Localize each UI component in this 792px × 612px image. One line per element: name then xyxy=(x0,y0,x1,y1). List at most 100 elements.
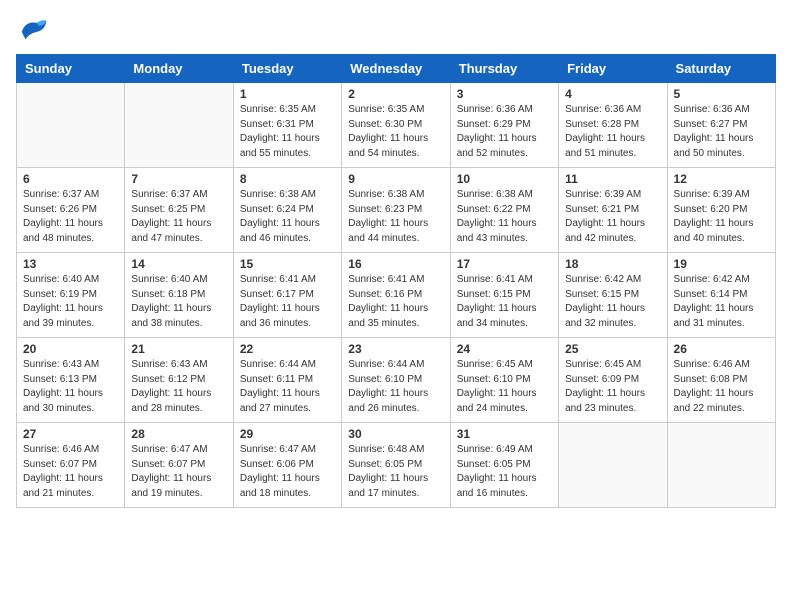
day-info: Sunrise: 6:47 AMSunset: 6:06 PMDaylight:… xyxy=(240,443,335,501)
day-number: 4 xyxy=(565,87,660,101)
day-info: Sunrise: 6:36 AMSunset: 6:27 PMDaylight:… xyxy=(674,103,769,161)
day-info: Sunrise: 6:46 AMSunset: 6:07 PMDaylight:… xyxy=(23,443,118,501)
calendar-cell: 19 Sunrise: 6:42 AMSunset: 6:14 PMDayligh… xyxy=(667,253,775,338)
day-number: 15 xyxy=(240,257,335,271)
weekday-wednesday: Wednesday xyxy=(342,55,450,83)
day-info: Sunrise: 6:38 AMSunset: 6:23 PMDaylight:… xyxy=(348,188,443,246)
day-number: 20 xyxy=(23,342,118,356)
calendar-cell: 13 Sunrise: 6:40 AMSunset: 6:19 PMDayligh… xyxy=(17,253,125,338)
day-number: 1 xyxy=(240,87,335,101)
day-info: Sunrise: 6:40 AMSunset: 6:18 PMDaylight:… xyxy=(131,273,226,331)
day-info: Sunrise: 6:41 AMSunset: 6:17 PMDaylight:… xyxy=(240,273,335,331)
day-info: Sunrise: 6:37 AMSunset: 6:25 PMDaylight:… xyxy=(131,188,226,246)
weekday-friday: Friday xyxy=(559,55,667,83)
day-info: Sunrise: 6:42 AMSunset: 6:15 PMDaylight:… xyxy=(565,273,660,331)
logo xyxy=(16,16,48,44)
day-number: 27 xyxy=(23,427,118,441)
day-info: Sunrise: 6:37 AMSunset: 6:26 PMDaylight:… xyxy=(23,188,118,246)
calendar-cell: 15 Sunrise: 6:41 AMSunset: 6:17 PMDayligh… xyxy=(233,253,341,338)
day-info: Sunrise: 6:45 AMSunset: 6:10 PMDaylight:… xyxy=(457,358,552,416)
calendar-cell: 17Sunrise: 6:41 AMSunset: 6:15 PMDayligh… xyxy=(450,253,558,338)
day-info: Sunrise: 6:49 AMSunset: 6:05 PMDaylight:… xyxy=(457,443,552,501)
day-number: 30 xyxy=(348,427,443,441)
day-info: Sunrise: 6:43 AMSunset: 6:12 PMDaylight:… xyxy=(131,358,226,416)
calendar-cell: 3 Sunrise: 6:36 AMSunset: 6:29 PMDaylight… xyxy=(450,83,558,168)
calendar-cell: 27 Sunrise: 6:46 AMSunset: 6:07 PMDayligh… xyxy=(17,423,125,508)
calendar-cell: 4 Sunrise: 6:36 AMSunset: 6:28 PMDaylight… xyxy=(559,83,667,168)
logo-bird-icon xyxy=(18,16,48,44)
calendar-cell: 22 Sunrise: 6:44 AMSunset: 6:11 PMDayligh… xyxy=(233,338,341,423)
day-number: 25 xyxy=(565,342,660,356)
day-info: Sunrise: 6:42 AMSunset: 6:14 PMDaylight:… xyxy=(674,273,769,331)
day-number: 22 xyxy=(240,342,335,356)
day-number: 9 xyxy=(348,172,443,186)
calendar-cell: 23 Sunrise: 6:44 AMSunset: 6:10 PMDayligh… xyxy=(342,338,450,423)
day-info: Sunrise: 6:48 AMSunset: 6:05 PMDaylight:… xyxy=(348,443,443,501)
day-number: 26 xyxy=(674,342,769,356)
weekday-sunday: Sunday xyxy=(17,55,125,83)
day-number: 6 xyxy=(23,172,118,186)
day-info: Sunrise: 6:36 AMSunset: 6:29 PMDaylight:… xyxy=(457,103,552,161)
calendar-cell: 26 Sunrise: 6:46 AMSunset: 6:08 PMDayligh… xyxy=(667,338,775,423)
calendar-cell: 5 Sunrise: 6:36 AMSunset: 6:27 PMDaylight… xyxy=(667,83,775,168)
day-number: 14 xyxy=(131,257,226,271)
calendar-header: SundayMondayTuesdayWednesdayThursdayFrid… xyxy=(17,55,776,83)
day-number: 16 xyxy=(348,257,443,271)
calendar-cell: 10Sunrise: 6:38 AMSunset: 6:22 PMDayligh… xyxy=(450,168,558,253)
calendar-cell: 12 Sunrise: 6:39 AMSunset: 6:20 PMDayligh… xyxy=(667,168,775,253)
calendar-cell: 24 Sunrise: 6:45 AMSunset: 6:10 PMDayligh… xyxy=(450,338,558,423)
calendar-cell: 18 Sunrise: 6:42 AMSunset: 6:15 PMDayligh… xyxy=(559,253,667,338)
day-info: Sunrise: 6:39 AMSunset: 6:20 PMDaylight:… xyxy=(674,188,769,246)
week-row-2: 6 Sunrise: 6:37 AMSunset: 6:26 PMDaylight… xyxy=(17,168,776,253)
day-number: 23 xyxy=(348,342,443,356)
day-number: 12 xyxy=(674,172,769,186)
day-info: Sunrise: 6:38 AMSunset: 6:24 PMDaylight:… xyxy=(240,188,335,246)
day-number: 13 xyxy=(23,257,118,271)
day-info: Sunrise: 6:44 AMSunset: 6:11 PMDaylight:… xyxy=(240,358,335,416)
day-info: Sunrise: 6:44 AMSunset: 6:10 PMDaylight:… xyxy=(348,358,443,416)
day-number: 2 xyxy=(348,87,443,101)
day-number: 18 xyxy=(565,257,660,271)
day-info: Sunrise: 6:45 AMSunset: 6:09 PMDaylight:… xyxy=(565,358,660,416)
calendar-table: SundayMondayTuesdayWednesdayThursdayFrid… xyxy=(16,54,776,508)
weekday-saturday: Saturday xyxy=(667,55,775,83)
calendar-cell: 20Sunrise: 6:43 AMSunset: 6:13 PMDayligh… xyxy=(17,338,125,423)
calendar-cell xyxy=(17,83,125,168)
calendar-cell xyxy=(667,423,775,508)
calendar-cell: 8Sunrise: 6:38 AMSunset: 6:24 PMDaylight… xyxy=(233,168,341,253)
day-number: 7 xyxy=(131,172,226,186)
day-info: Sunrise: 6:40 AMSunset: 6:19 PMDaylight:… xyxy=(23,273,118,331)
week-row-3: 13 Sunrise: 6:40 AMSunset: 6:19 PMDayligh… xyxy=(17,253,776,338)
weekday-monday: Monday xyxy=(125,55,233,83)
calendar-cell: 21 Sunrise: 6:43 AMSunset: 6:12 PMDayligh… xyxy=(125,338,233,423)
week-row-4: 20Sunrise: 6:43 AMSunset: 6:13 PMDayligh… xyxy=(17,338,776,423)
weekday-tuesday: Tuesday xyxy=(233,55,341,83)
calendar-cell: 28 Sunrise: 6:47 AMSunset: 6:07 PMDayligh… xyxy=(125,423,233,508)
calendar-cell: 11 Sunrise: 6:39 AMSunset: 6:21 PMDayligh… xyxy=(559,168,667,253)
day-number: 19 xyxy=(674,257,769,271)
day-info: Sunrise: 6:46 AMSunset: 6:08 PMDaylight:… xyxy=(674,358,769,416)
calendar-cell: 25 Sunrise: 6:45 AMSunset: 6:09 PMDayligh… xyxy=(559,338,667,423)
day-number: 24 xyxy=(457,342,552,356)
day-info: Sunrise: 6:39 AMSunset: 6:21 PMDaylight:… xyxy=(565,188,660,246)
day-number: 21 xyxy=(131,342,226,356)
day-info: Sunrise: 6:41 AMSunset: 6:16 PMDaylight:… xyxy=(348,273,443,331)
day-number: 28 xyxy=(131,427,226,441)
calendar-cell xyxy=(559,423,667,508)
calendar-cell: 2Sunrise: 6:35 AMSunset: 6:30 PMDaylight… xyxy=(342,83,450,168)
calendar-cell: 1 Sunrise: 6:35 AMSunset: 6:31 PMDaylight… xyxy=(233,83,341,168)
day-info: Sunrise: 6:47 AMSunset: 6:07 PMDaylight:… xyxy=(131,443,226,501)
calendar-cell: 7 Sunrise: 6:37 AMSunset: 6:25 PMDaylight… xyxy=(125,168,233,253)
day-info: Sunrise: 6:41 AMSunset: 6:15 PMDaylight:… xyxy=(457,273,552,331)
calendar-cell: 31Sunrise: 6:49 AMSunset: 6:05 PMDayligh… xyxy=(450,423,558,508)
page-header xyxy=(16,16,776,44)
week-row-5: 27 Sunrise: 6:46 AMSunset: 6:07 PMDayligh… xyxy=(17,423,776,508)
day-info: Sunrise: 6:36 AMSunset: 6:28 PMDaylight:… xyxy=(565,103,660,161)
day-number: 5 xyxy=(674,87,769,101)
day-number: 3 xyxy=(457,87,552,101)
calendar-cell: 6 Sunrise: 6:37 AMSunset: 6:26 PMDaylight… xyxy=(17,168,125,253)
calendar-cell: 29Sunrise: 6:47 AMSunset: 6:06 PMDayligh… xyxy=(233,423,341,508)
day-info: Sunrise: 6:35 AMSunset: 6:31 PMDaylight:… xyxy=(240,103,335,161)
day-number: 11 xyxy=(565,172,660,186)
weekday-thursday: Thursday xyxy=(450,55,558,83)
